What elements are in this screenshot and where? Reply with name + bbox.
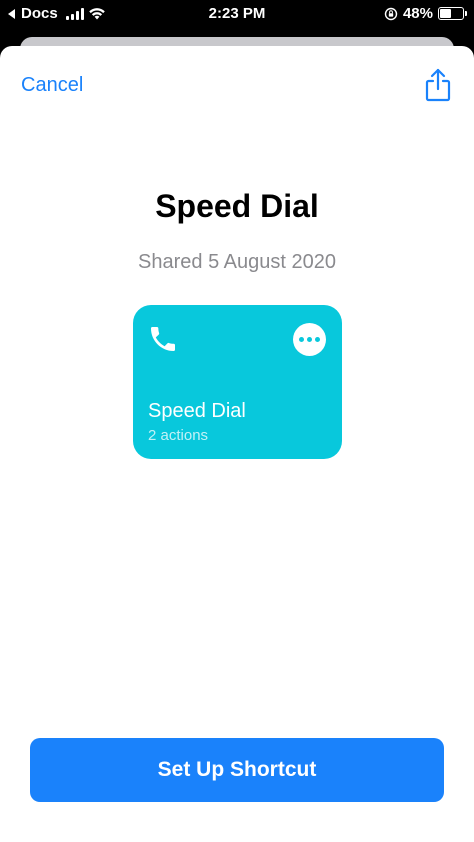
share-icon: [425, 68, 451, 102]
battery-percent: 48%: [402, 5, 433, 22]
shortcut-title: Speed Dial: [155, 188, 319, 224]
orientation-lock-icon: [384, 7, 398, 20]
card-actions-count: 2 actions: [148, 427, 209, 444]
shared-date: Shared 5 August 2020: [138, 251, 336, 273]
share-button[interactable]: [424, 68, 452, 102]
shortcut-sheet: Cancel Speed Dial Shared 5 August 2020 S…: [0, 46, 474, 842]
card-title: Speed Dial: [148, 400, 246, 422]
battery-fill: [440, 9, 451, 18]
shortcut-card[interactable]: Speed Dial 2 actions: [133, 305, 342, 459]
cancel-button[interactable]: Cancel: [21, 74, 83, 97]
ellipsis-icon: [299, 337, 304, 342]
status-bar: Docs 2:23 PM 48%: [0, 0, 474, 30]
battery-icon: [438, 7, 467, 20]
phone-icon: [151, 327, 175, 351]
more-options-button[interactable]: [293, 323, 326, 356]
status-right: 48%: [384, 5, 467, 22]
set-up-shortcut-button[interactable]: Set Up Shortcut: [30, 738, 444, 802]
